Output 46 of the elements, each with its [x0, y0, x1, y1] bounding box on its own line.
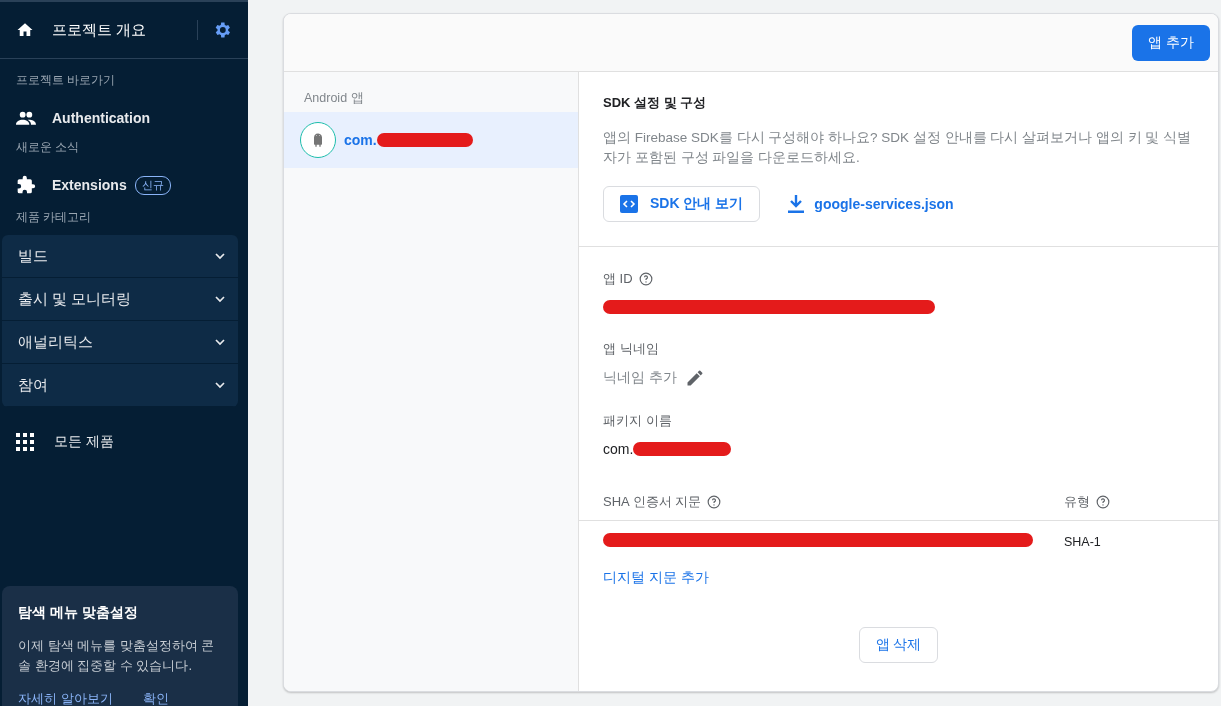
section-label: 새로운 소식 [15, 138, 81, 156]
puzzle-icon [16, 175, 36, 195]
grid-icon [16, 433, 34, 451]
column-header: SHA 인증서 지문 [603, 492, 702, 511]
nav-label: Extensions [52, 177, 127, 193]
help-icon[interactable] [707, 494, 722, 509]
add-nickname-link[interactable]: 닉네임 추가 [603, 369, 677, 387]
app-item[interactable]: com. [284, 112, 578, 168]
home-icon[interactable] [16, 21, 34, 39]
field-label: 패키지 이름 [603, 412, 672, 430]
sdk-description: 앱의 Firebase SDK를 다시 구성해야 하나요? SDK 설정 안내를 다시 살펴보거나 앱의 키 및 식별자가 포함된 구성 파일을 다운로드하세요. [603, 129, 1193, 167]
promo-title: 탐색 메뉴 맞춤설정 [18, 604, 139, 622]
category-toggle[interactable]: 출시 및 모니터링 [2, 278, 238, 321]
table-cell-text: SHA-1 [1064, 535, 1102, 549]
people-icon [16, 111, 36, 125]
nav-item[interactable]: Extensions 신규 [0, 166, 248, 204]
section-label: 제품 카테고리 [15, 208, 93, 226]
section-title: SDK 설정 및 구성 [603, 94, 708, 112]
app-name: com. [344, 132, 377, 148]
download-icon [788, 195, 805, 213]
code-icon [620, 195, 638, 213]
field-label: 앱 ID [603, 270, 633, 288]
column-header: 유형 [1064, 492, 1090, 511]
promo-text: 이제 탐색 메뉴를 맞춤설정하여 콘솔 환경에 집중할 수 있습니다. [18, 637, 216, 675]
field-label: 앱 닉네임 [603, 340, 659, 358]
category-toggle[interactable]: 애널리틱스 [2, 321, 238, 364]
sdk-guide-button[interactable]: SDK 안내 보기 [603, 186, 761, 222]
nav-item[interactable]: Authentication [0, 99, 248, 137]
category-toggle[interactable]: 빌드 [2, 235, 238, 278]
app-list-heading: Android 앱 [303, 89, 365, 107]
help-icon[interactable] [638, 272, 653, 286]
add-app-button[interactable]: 앱 추가 [1132, 24, 1210, 61]
project-overview-link[interactable]: 프로젝트 개요 [52, 20, 197, 40]
promo-link[interactable]: 자세히 알아보기 [18, 690, 113, 706]
new-badge: 신규 [134, 175, 171, 195]
category-toggle[interactable]: 참여 [2, 364, 238, 407]
delete-app-button[interactable]: 앱 삭제 [858, 627, 939, 663]
add-fingerprint-link[interactable]: 디지털 지문 추가 [579, 569, 733, 587]
package-name: com. [603, 441, 634, 457]
nav-label: Authentication [52, 110, 150, 126]
promo-link[interactable]: 확인 [142, 690, 169, 706]
help-icon[interactable] [1096, 494, 1110, 509]
nav-label: 모든 제품 [54, 433, 114, 451]
section-label: 프로젝트 바로가기 [15, 71, 117, 89]
download-link[interactable]: google-services.json [788, 195, 954, 213]
nav-item[interactable]: 모든 제품 [0, 423, 248, 461]
